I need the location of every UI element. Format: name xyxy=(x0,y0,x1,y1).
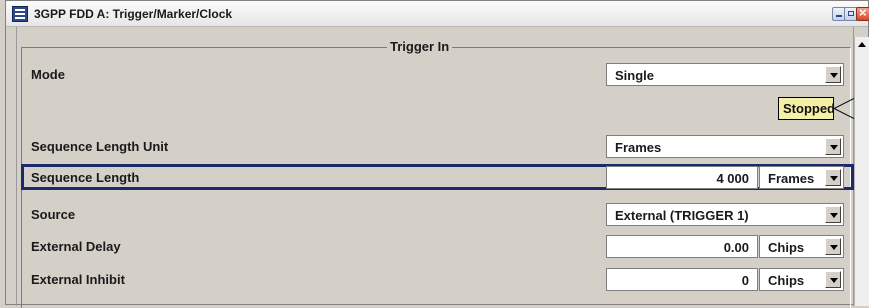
mode-value: Single xyxy=(615,68,655,83)
external-inhibit-input[interactable]: 0 xyxy=(606,268,758,291)
trigger-marker-clock-window: 3GPP FDD A: Trigger/Marker/Clock Trigger… xyxy=(5,0,869,308)
window-title: 3GPP FDD A: Trigger/Marker/Clock xyxy=(34,7,233,21)
source-value: External (TRIGGER 1) xyxy=(615,208,749,223)
external-delay-label: External Delay xyxy=(31,239,121,254)
chevron-down-icon[interactable] xyxy=(825,66,841,83)
external-delay-unit-text: Chips xyxy=(768,240,805,255)
sequence-length-unit-value: Frames xyxy=(615,140,662,155)
title-bar[interactable]: 3GPP FDD A: Trigger/Marker/Clock xyxy=(6,1,869,27)
sequence-length-value: 4 000 xyxy=(716,171,749,186)
source-select[interactable]: External (TRIGGER 1) xyxy=(606,203,844,226)
chevron-down-icon[interactable] xyxy=(825,138,841,155)
chevron-down-icon[interactable] xyxy=(825,169,841,186)
chevron-down-icon[interactable] xyxy=(825,238,841,255)
chevron-down-icon[interactable] xyxy=(825,206,841,223)
external-delay-input[interactable]: 0.00 xyxy=(606,235,758,258)
chevron-down-icon[interactable] xyxy=(825,271,841,288)
external-inhibit-value: 0 xyxy=(741,273,749,288)
external-delay-unit-dropdown[interactable]: Chips xyxy=(759,235,844,258)
external-delay-value: 0.00 xyxy=(723,240,749,255)
sequence-length-label: Sequence Length xyxy=(31,170,140,185)
external-inhibit-unit-dropdown[interactable]: Chips xyxy=(759,268,844,291)
sequence-length-unit-label: Sequence Length Unit xyxy=(31,139,169,154)
section-title: Trigger In xyxy=(387,39,453,54)
sequence-length-input[interactable]: 4 000 xyxy=(606,166,758,189)
external-inhibit-unit-text: Chips xyxy=(768,273,805,288)
mode-label: Mode xyxy=(31,67,65,82)
source-label: Source xyxy=(31,207,76,222)
sequence-length-unit-dropdown[interactable]: Frames xyxy=(759,166,844,189)
status-badge: Stopped xyxy=(778,97,835,120)
scroll-up-arrow-icon[interactable] xyxy=(855,37,869,53)
mode-select[interactable]: Single xyxy=(606,63,844,86)
vertical-scrollbar[interactable] xyxy=(854,37,869,306)
app-icon xyxy=(12,6,28,22)
content-area: Trigger In Mode Single Stopped Sequence … xyxy=(16,27,855,308)
sequence-length-unit-select[interactable]: Frames xyxy=(606,135,844,158)
status-arrow-icon xyxy=(833,97,855,120)
close-button[interactable] xyxy=(856,5,869,21)
sequence-length-unit-text: Frames xyxy=(768,171,815,186)
external-inhibit-label: External Inhibit xyxy=(31,272,125,287)
